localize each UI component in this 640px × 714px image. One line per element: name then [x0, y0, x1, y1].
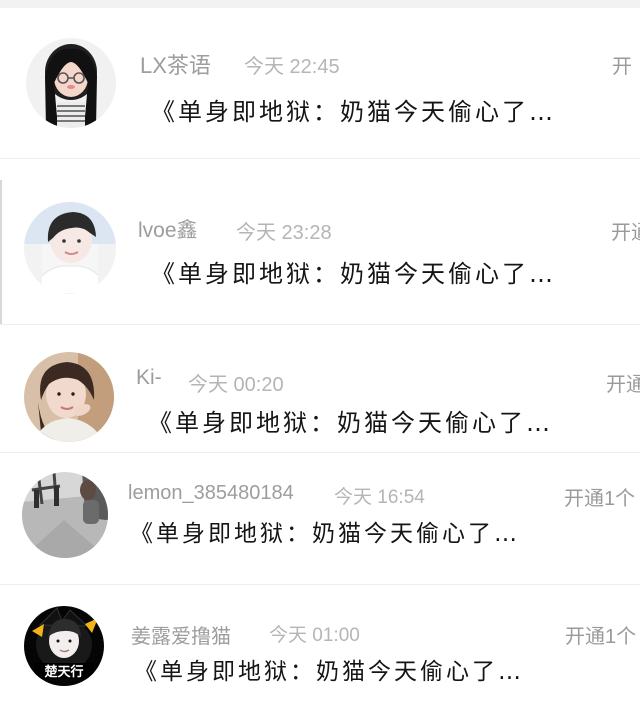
- subscribe-label[interactable]: 开通: [606, 368, 640, 397]
- message-preview: 《单身即地狱：奶猫今天偷心了…: [151, 260, 556, 288]
- message-preview: 《单身即地狱：奶猫今天偷心了…: [130, 521, 520, 547]
- subscribe-label[interactable]: 开通1个: [564, 482, 635, 511]
- timestamp: 今天 22:45: [244, 56, 340, 78]
- conversation-row[interactable]: lvoe鑫 今天 23:28 开通 《单身即地狱：奶猫今天偷心了…: [0, 180, 640, 325]
- girl-with-glasses-avatar-icon[interactable]: [26, 38, 116, 128]
- conversation-row[interactable]: 楚天行 姜露爱撸猫 今天 01:00 开通1个 《单身即地狱：奶猫今天偷心了…: [0, 596, 640, 714]
- message-preview: 《单身即地狱：奶猫今天偷心了…: [151, 98, 556, 126]
- street-photo-avatar-icon[interactable]: [22, 472, 108, 558]
- subscribe-label[interactable]: 开通1个: [565, 620, 636, 649]
- girl-warm-photo-avatar-icon[interactable]: [24, 352, 114, 442]
- subscribe-label[interactable]: 开通: [611, 216, 640, 245]
- timestamp: 今天 23:28: [236, 222, 332, 244]
- contact-name: lemon_385480184: [128, 482, 294, 504]
- avatar-badge-text: 楚天行: [44, 664, 83, 680]
- conversation-list-screen: LX茶语 今天 22:45 开 《单身即地狱：奶猫今天偷心了… lvoe鑫 今天…: [0, 0, 640, 714]
- contact-name: Ki-: [136, 366, 162, 389]
- witch-cat-badge-avatar-icon[interactable]: 楚天行: [24, 606, 104, 686]
- timestamp: 今天 16:54: [334, 487, 425, 508]
- boy-portrait-avatar-icon[interactable]: [24, 202, 116, 294]
- conversation-row[interactable]: Ki- 今天 00:20 开通 《单身即地狱：奶猫今天偷心了…: [0, 340, 640, 453]
- message-preview: 《单身即地狱：奶猫今天偷心了…: [148, 409, 553, 437]
- subscribe-label[interactable]: 开: [612, 50, 632, 79]
- timestamp: 今天 00:20: [188, 374, 284, 396]
- row-left-edge: [0, 180, 2, 324]
- conversation-row[interactable]: lemon_385480184 今天 16:54 开通1个 《单身即地狱：奶猫今…: [0, 458, 640, 585]
- contact-name: 姜露爱撸猫: [131, 626, 231, 648]
- timestamp: 今天 01:00: [269, 625, 360, 646]
- message-preview: 《单身即地狱：奶猫今天偷心了…: [134, 659, 524, 685]
- conversation-row[interactable]: LX茶语 今天 22:45 开 《单身即地狱：奶猫今天偷心了…: [0, 8, 640, 159]
- contact-name: LX茶语: [140, 53, 211, 78]
- contact-name: lvoe鑫: [138, 219, 198, 242]
